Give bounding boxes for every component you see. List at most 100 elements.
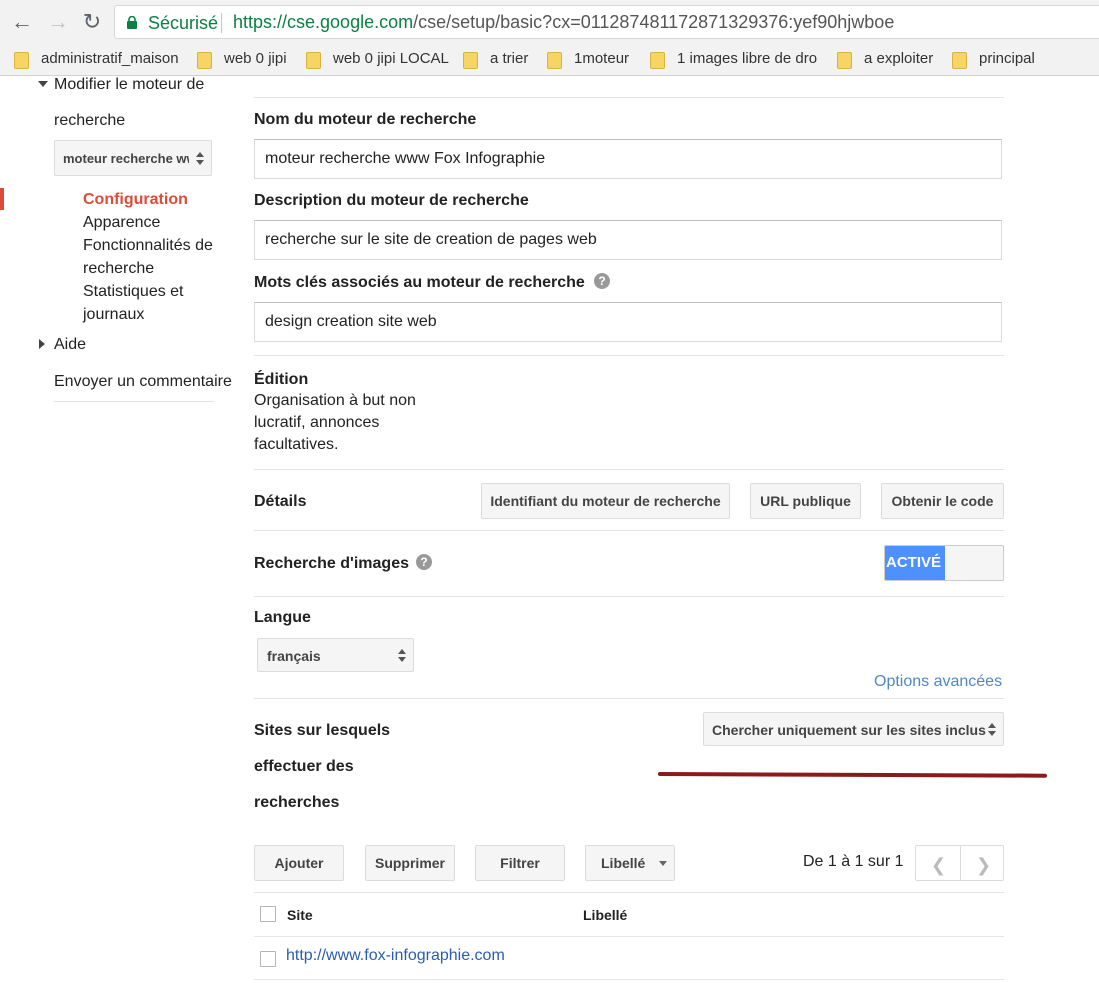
folder-icon	[547, 52, 562, 69]
keywords-label: Mots clés associés au moteur de recherch…	[254, 274, 585, 291]
public-url-button[interactable]: URL publique	[750, 483, 861, 519]
delete-site-button[interactable]: Supprimer	[365, 845, 455, 881]
collapse-triangle-icon[interactable]	[39, 339, 45, 349]
bookmark-label: 1 images libre de dro	[677, 50, 818, 67]
url-separator	[221, 13, 222, 33]
address-bar[interactable]: Sécurisé https://cse.google.com/cse/setu…	[114, 5, 1099, 39]
folder-icon	[837, 52, 852, 69]
edition-line-2: lucratif, annonces	[254, 414, 380, 431]
folder-icon	[650, 52, 665, 69]
sites-label-line2: effectuer des	[254, 758, 354, 775]
select-all-checkbox[interactable]	[260, 906, 276, 922]
sidebar-section-edit-line2[interactable]: recherche	[54, 112, 125, 130]
chevron-left-icon[interactable]: ❮	[931, 855, 946, 876]
chevron-right-icon[interactable]: ❯	[976, 855, 991, 876]
sidebar-divider	[54, 401, 214, 402]
lock-icon	[127, 16, 137, 29]
active-indicator	[0, 188, 4, 210]
folder-icon	[952, 52, 967, 69]
divider	[254, 698, 1004, 699]
bookmark-label: administratif_maison	[41, 50, 179, 67]
sites-mode-select[interactable]: Chercher uniquement sur les sites inclus	[703, 712, 1004, 746]
sidebar-item-fonctionnalites-line2[interactable]: recherche	[83, 260, 154, 278]
folder-icon	[306, 52, 321, 69]
engine-id-button[interactable]: Identifiant du moteur de recherche	[481, 483, 730, 519]
language-label: Langue	[254, 609, 311, 626]
folder-icon	[463, 52, 478, 69]
divider	[254, 355, 1004, 356]
column-header-label: Libellé	[583, 907, 628, 923]
toggle-on-label: ACTIVÉ	[885, 546, 945, 580]
sidebar-item-statistiques-line2[interactable]: journaux	[83, 306, 144, 324]
sidebar-item-statistiques[interactable]: Statistiques et	[83, 283, 184, 301]
details-label: Détails	[254, 493, 307, 510]
chevron-down-icon	[659, 861, 667, 866]
sidebar-item-aide[interactable]: Aide	[54, 336, 86, 354]
site-link[interactable]: http://www.fox-infographie.com	[286, 947, 505, 965]
pager-separator	[960, 846, 961, 880]
bookmark-folder[interactable]: 1 images libre de dro	[650, 50, 820, 70]
sites-label: Sites sur lesquels	[254, 722, 391, 739]
back-arrow-icon[interactable]: ←	[9, 9, 35, 35]
column-header-site: Site	[287, 907, 313, 923]
forward-arrow-icon[interactable]: →	[45, 9, 71, 35]
folder-icon	[197, 52, 212, 69]
select-arrows-icon	[988, 723, 996, 737]
edition-line-1: Organisation à but non	[254, 392, 416, 409]
bookmark-label: a trier	[490, 50, 529, 67]
annotation-underline	[657, 772, 1048, 778]
add-site-button[interactable]: Ajouter	[254, 845, 344, 881]
divider	[254, 530, 1004, 531]
bookmark-label: principal	[979, 50, 1035, 67]
sites-mode-value: Chercher uniquement sur les sites inclus	[712, 722, 986, 738]
engine-select[interactable]: moteur recherche www Fox Infographie	[54, 140, 212, 176]
expand-triangle-icon[interactable]	[38, 81, 48, 87]
engine-select-value: moteur recherche www Fox Infographie	[63, 151, 189, 166]
image-search-toggle[interactable]: ACTIVÉ	[884, 545, 1004, 581]
label-dropdown-button[interactable]: Libellé	[585, 845, 675, 881]
pagination-controls: ❮ ❯	[915, 845, 1004, 881]
url-host: https://cse.google.com	[233, 12, 414, 32]
select-arrows-icon	[196, 152, 204, 166]
language-select[interactable]: français	[257, 638, 414, 672]
language-select-value: français	[267, 648, 321, 664]
divider	[254, 979, 1004, 980]
url-text[interactable]: https://cse.google.com/cse/setup/basic?c…	[233, 12, 894, 33]
help-icon[interactable]: ?	[594, 273, 610, 289]
divider	[254, 469, 1004, 470]
folder-icon	[14, 52, 29, 69]
bookmarks-bar: administratif_maison web 0 jipi web 0 ji…	[0, 44, 1099, 76]
sidebar-item-configuration[interactable]: Configuration	[83, 191, 188, 209]
reload-icon[interactable]: ↻	[79, 9, 105, 35]
sidebar-item-apparence[interactable]: Apparence	[83, 214, 160, 232]
image-search-label: Recherche d'images	[254, 555, 409, 572]
sites-label-line3: recherches	[254, 794, 340, 811]
url-path: /cse/setup/basic?cx=01128748117287132937…	[413, 12, 895, 32]
divider	[254, 936, 1004, 937]
divider	[254, 892, 1004, 893]
bookmark-label: web 0 jipi	[224, 50, 287, 67]
help-icon[interactable]: ?	[416, 554, 432, 570]
description-label: Description du moteur de recherche	[254, 192, 529, 209]
description-input[interactable]	[254, 220, 1002, 260]
bookmark-label: web 0 jipi LOCAL	[333, 50, 449, 67]
sidebar-section-edit[interactable]: Modifier le moteur de	[54, 76, 204, 94]
filter-button[interactable]: Filtrer	[475, 845, 565, 881]
sidebar-item-feedback[interactable]: Envoyer un commentaire	[54, 373, 232, 391]
name-label: Nom du moteur de recherche	[254, 111, 477, 128]
divider	[254, 97, 1004, 98]
select-arrows-icon	[398, 649, 406, 663]
advanced-options-link[interactable]: Options avancées	[874, 673, 1002, 691]
secure-label: Sécurisé	[148, 13, 219, 33]
get-code-button[interactable]: Obtenir le code	[881, 483, 1004, 519]
pagination-text: De 1 à 1 sur 1	[803, 853, 904, 870]
divider	[254, 596, 1004, 597]
keywords-input[interactable]	[254, 302, 1002, 342]
row-checkbox[interactable]	[260, 951, 276, 967]
name-input[interactable]	[254, 139, 1002, 179]
sidebar-item-fonctionnalites[interactable]: Fonctionnalités de	[83, 237, 213, 255]
bookmark-label: 1moteur	[574, 50, 630, 67]
label-dropdown-text: Libellé	[601, 855, 646, 871]
edition-label: Édition	[254, 371, 309, 388]
browser-toolbar: ← → ↻ Sécurisé https://cse.google.com/cs…	[0, 0, 1099, 44]
